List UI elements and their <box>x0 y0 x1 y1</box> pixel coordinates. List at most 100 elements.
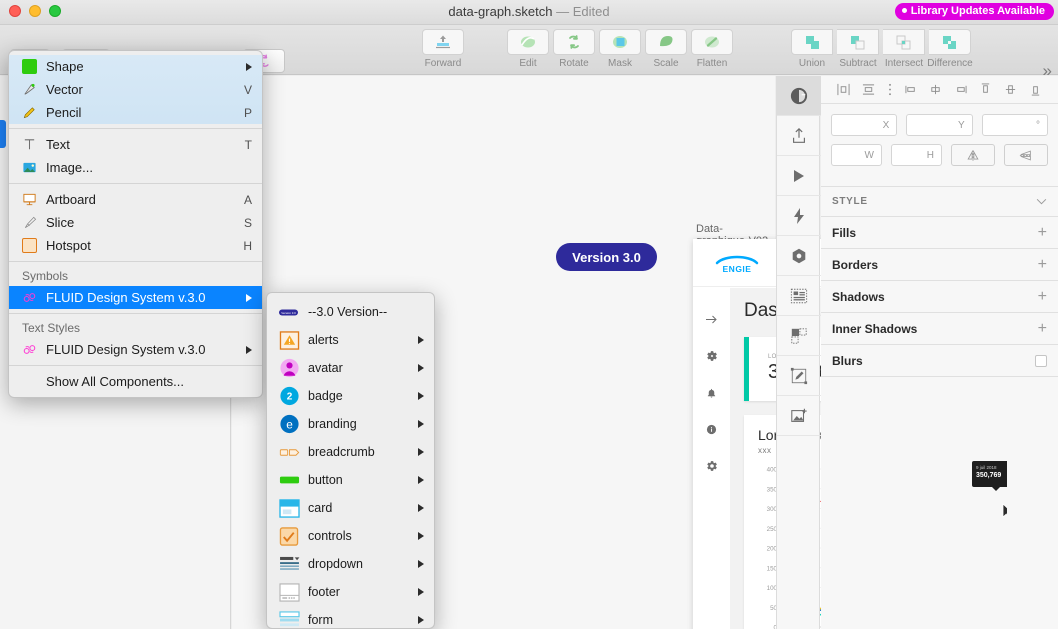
style-section-header[interactable]: STYLE <box>821 187 1058 217</box>
y-field[interactable]: Y <box>906 114 973 136</box>
fills-row[interactable]: Fills + <box>821 217 1058 249</box>
gear-icon[interactable] <box>706 460 718 472</box>
inner-shadows-row[interactable]: Inner Shadows + <box>821 313 1058 345</box>
bell-icon[interactable] <box>706 387 717 399</box>
submenu-item-form[interactable]: form <box>267 606 434 628</box>
submenu-arrow-icon <box>418 392 424 400</box>
y-field-label: Y <box>957 119 965 131</box>
hexagon-icon-button[interactable] <box>777 236 821 276</box>
align-center-horizontal-icon[interactable] <box>862 83 875 96</box>
image-icon <box>22 160 46 175</box>
borders-row[interactable]: Borders + <box>821 249 1058 281</box>
blurs-checkbox[interactable] <box>1035 354 1047 367</box>
play-icon-button[interactable] <box>777 156 821 196</box>
selection-icon-button[interactable] <box>777 316 821 356</box>
submenu-item-controls[interactable]: controls <box>267 522 434 550</box>
layout-icon-button[interactable] <box>777 276 821 316</box>
bolt-icon-button[interactable] <box>777 196 821 236</box>
menu-item-show-all-components[interactable]: Show All Components... <box>9 370 262 393</box>
mask-button[interactable]: Mask <box>597 29 643 69</box>
menu-item-slice[interactable]: Slice S <box>9 211 262 234</box>
align-center-icon[interactable] <box>929 83 942 96</box>
flip-vertical-button[interactable] <box>1004 144 1048 166</box>
insert-menu[interactable]: Shape Vector V Pencil P Text T Image... … <box>8 50 263 398</box>
blurs-row[interactable]: Blurs <box>821 345 1058 377</box>
difference-icon <box>943 35 956 49</box>
menu-item-textstyles-fluid[interactable]: FLUID Design System v.3.0 <box>9 338 262 361</box>
footer-icon <box>279 582 308 602</box>
menu-item-pencil-key: P <box>243 105 252 120</box>
union-button[interactable]: Union <box>789 29 835 69</box>
symbols-submenu[interactable]: Version 3.0 --3.0 Version-- alerts avata… <box>266 292 435 629</box>
pen-preview-icon-button[interactable] <box>777 356 821 396</box>
menu-item-shape[interactable]: Shape <box>9 55 262 78</box>
submenu-item-badge[interactable]: 2 badge <box>267 382 434 410</box>
submenu-item-version[interactable]: Version 3.0 --3.0 Version-- <box>267 298 434 326</box>
subtract-button[interactable]: Subtract <box>835 29 881 69</box>
edit-button[interactable]: Edit <box>505 29 551 69</box>
intersect-button[interactable]: Intersect <box>881 29 927 69</box>
submenu-item-alerts[interactable]: alerts <box>267 326 434 354</box>
menu-item-image[interactable]: Image... <box>9 156 262 179</box>
scale-button[interactable]: Scale <box>643 29 689 69</box>
submenu-item-controls-label: controls <box>308 529 352 543</box>
gear-icon[interactable] <box>706 350 718 362</box>
dropdown-icon <box>279 556 308 573</box>
menu-item-image-label: Image... <box>46 160 93 175</box>
submenu-item-button[interactable]: button <box>267 466 434 494</box>
add-border-icon[interactable]: + <box>1038 256 1047 273</box>
breadcrumb-icon <box>279 447 308 458</box>
borders-label: Borders <box>832 257 879 272</box>
kpi-accent-bar <box>744 337 749 401</box>
submenu-item-footer[interactable]: footer <box>267 578 434 606</box>
arrow-right-icon[interactable] <box>705 314 718 325</box>
flip-horizontal-button[interactable] <box>951 144 995 166</box>
menu-item-slice-label: Slice <box>46 215 75 230</box>
menu-item-text[interactable]: Text T <box>9 133 262 156</box>
intersect-button-box <box>883 29 925 55</box>
layout-icon <box>790 288 808 303</box>
add-shadow-icon[interactable]: + <box>1038 288 1047 305</box>
menu-item-hotspot[interactable]: Hotspot H <box>9 234 262 257</box>
play-icon <box>794 169 804 182</box>
rotation-field[interactable]: ° <box>981 114 1048 136</box>
contrast-icon-button[interactable] <box>777 76 821 116</box>
menu-item-text-label: Text <box>46 137 70 152</box>
align-bottom-icon[interactable] <box>1029 83 1042 96</box>
svg-text:2: 2 <box>287 392 293 403</box>
width-field[interactable]: W <box>831 144 882 166</box>
x-field[interactable]: X <box>831 114 898 136</box>
rotate-button[interactable]: Rotate <box>551 29 597 69</box>
difference-button[interactable]: Difference <box>927 29 973 69</box>
submenu-item-branding[interactable]: e branding <box>267 410 434 438</box>
library-updates-label: Library Updates Available <box>910 5 1045 17</box>
flip-vertical-icon <box>1019 150 1033 160</box>
library-updates-badge[interactable]: Library Updates Available <box>894 3 1054 20</box>
version-pill[interactable]: Version 3.0 <box>556 243 657 271</box>
shadows-row[interactable]: Shadows + <box>821 281 1058 313</box>
distribute-horizontal-icon[interactable] <box>887 83 893 96</box>
submenu-item-avatar[interactable]: avatar <box>267 354 434 382</box>
align-left-icon[interactable] <box>837 83 850 96</box>
info-icon[interactable] <box>706 424 717 435</box>
menu-item-symbols-fluid[interactable]: FLUID Design System v.3.0 <box>9 286 262 309</box>
add-image-icon-button[interactable] <box>777 396 821 436</box>
align-top-icon[interactable] <box>979 83 992 96</box>
svg-text:ENGIE: ENGIE <box>723 264 752 274</box>
add-fill-icon[interactable]: + <box>1038 224 1047 241</box>
menu-item-pencil[interactable]: Pencil P <box>9 101 262 124</box>
height-field[interactable]: H <box>891 144 942 166</box>
align-left-edges-icon[interactable] <box>905 83 918 96</box>
menu-item-artboard[interactable]: Artboard A <box>9 188 262 211</box>
align-middle-icon[interactable] <box>1004 83 1017 96</box>
menu-item-vector[interactable]: Vector V <box>9 78 262 101</box>
submenu-item-dropdown[interactable]: dropdown <box>267 550 434 578</box>
submenu-item-breadcrumb[interactable]: breadcrumb <box>267 438 434 466</box>
submenu-item-card[interactable]: card <box>267 494 434 522</box>
add-inner-shadow-icon[interactable]: + <box>1038 320 1047 337</box>
alert-triangle-icon <box>279 330 308 350</box>
align-right-edges-icon[interactable] <box>954 83 967 96</box>
flatten-button[interactable]: Flatten <box>689 29 735 69</box>
forward-button[interactable]: Forward <box>420 29 466 69</box>
export-icon-button[interactable] <box>777 116 821 156</box>
